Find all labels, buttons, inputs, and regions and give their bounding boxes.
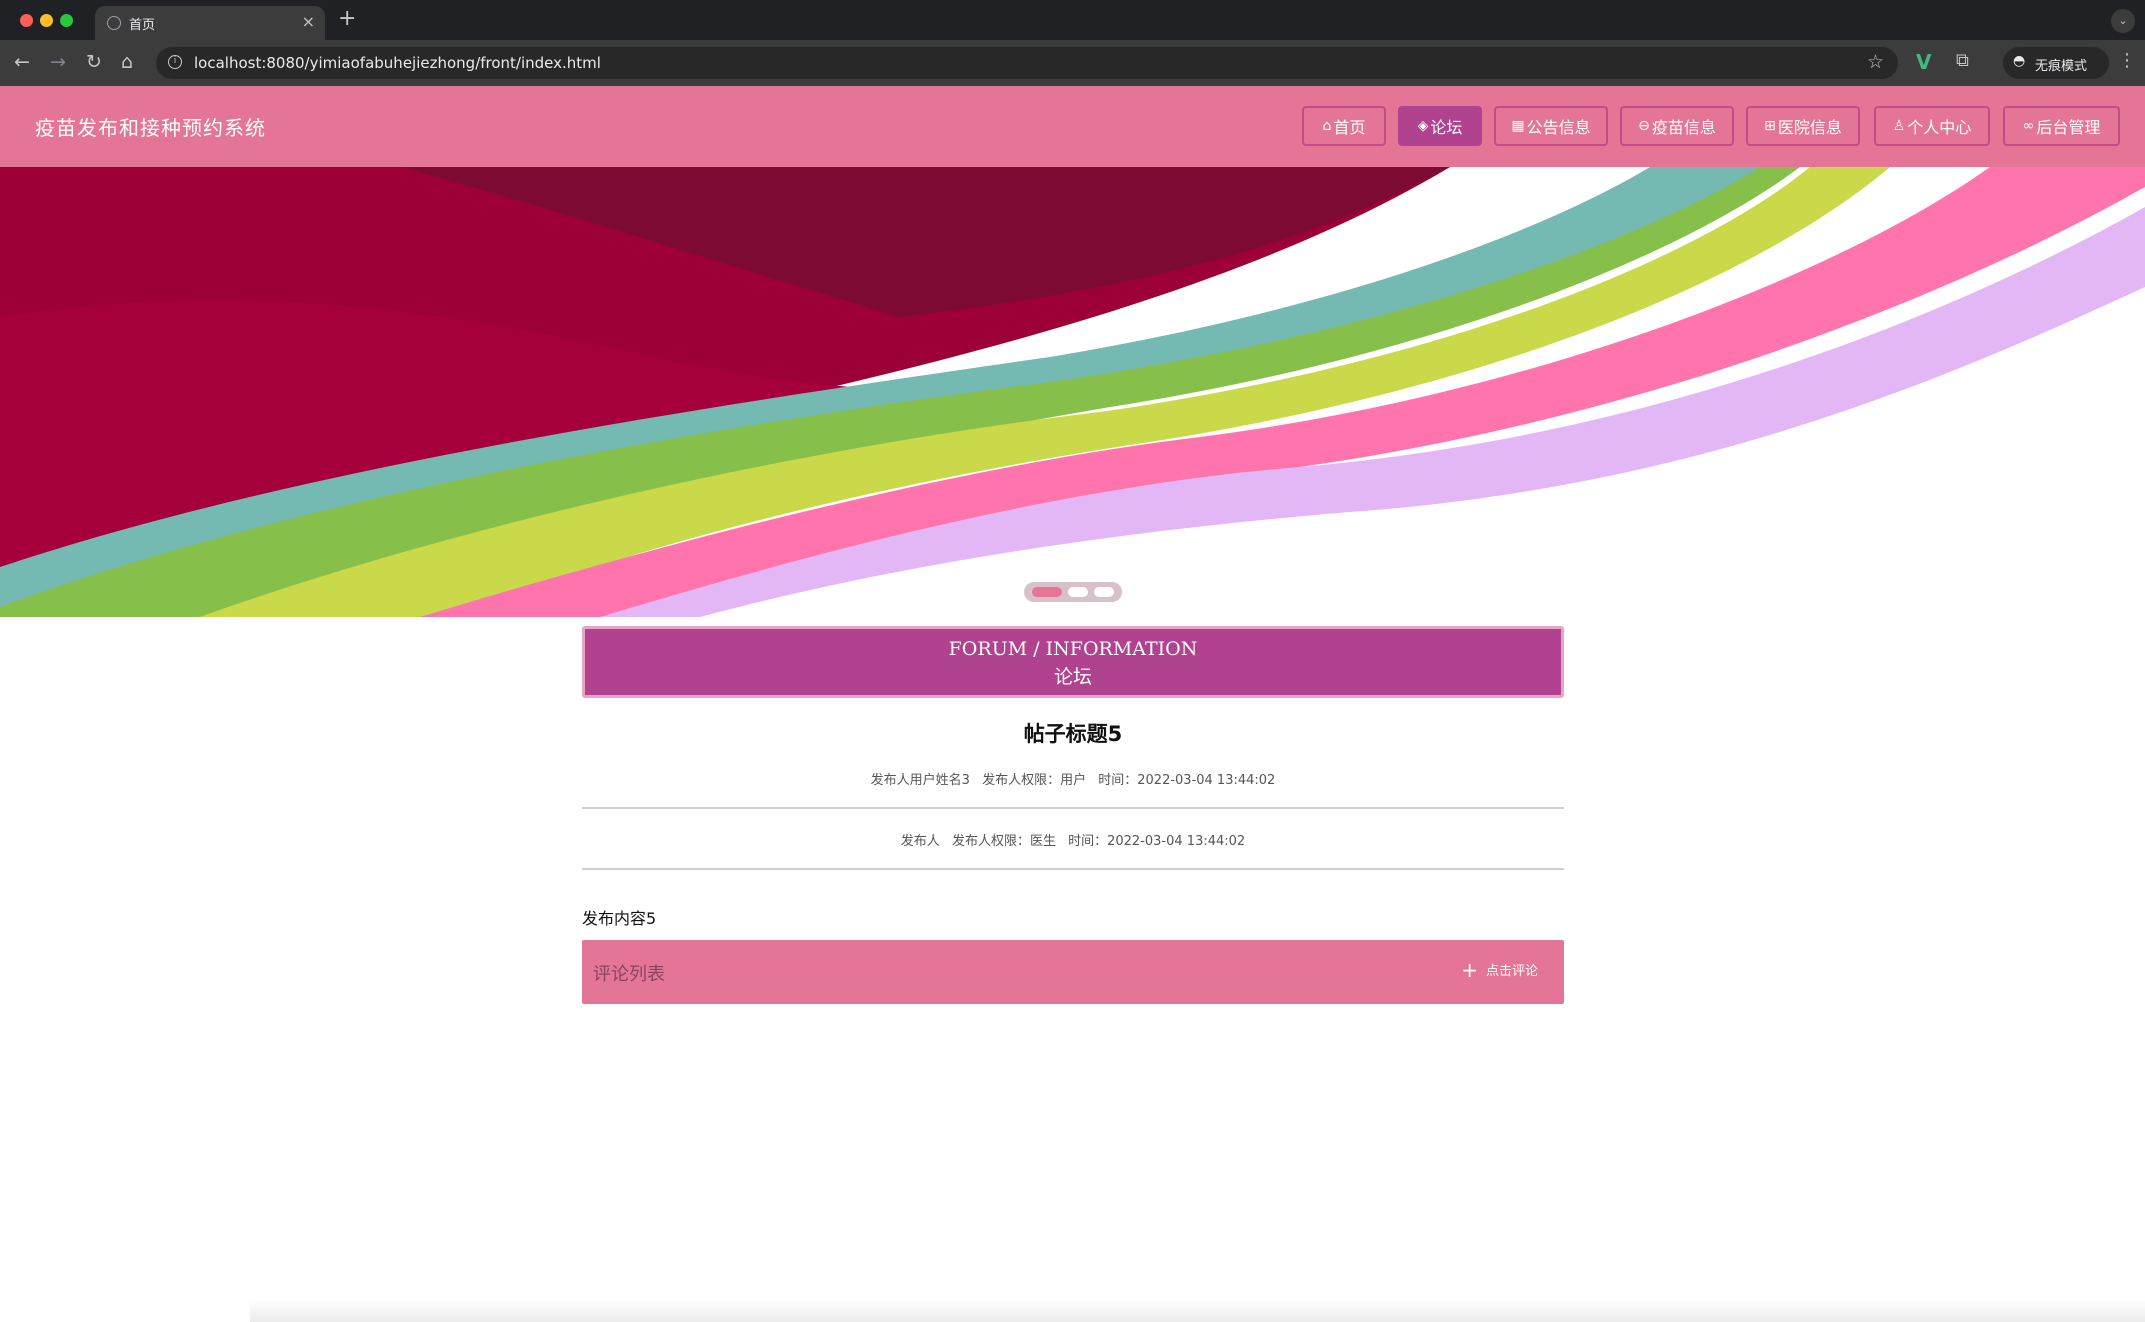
nav-label: 后台管理 — [2036, 118, 2101, 137]
bottom-shadow — [250, 1300, 2145, 1322]
banner-image — [0, 167, 2145, 617]
comment-list-header: 评论列表 + 点击评论 — [582, 940, 1564, 1004]
nav-user-center-button[interactable]: ♙ 个人中心 — [1874, 106, 1990, 146]
layers-icon: ◈ — [1417, 118, 1429, 134]
home-icon[interactable]: ⌂ — [121, 51, 133, 73]
tab-search-icon[interactable]: ⌄ — [2111, 9, 2135, 33]
nav-admin-button[interactable]: ∞ 后台管理 — [2003, 106, 2120, 146]
forward-arrow-icon[interactable]: → — [50, 51, 66, 73]
nav-label: 个人中心 — [1907, 118, 1972, 137]
carousel-dot-3[interactable] — [1094, 587, 1114, 597]
user-icon: ♙ — [1892, 118, 1906, 134]
tab-title: 首页 — [129, 18, 156, 33]
home-icon: ⌂ — [1322, 118, 1332, 134]
section-title: FORUM / INFORMATION 论坛 — [582, 626, 1564, 698]
divider — [582, 868, 1564, 870]
nav-vaccine-button[interactable]: ⊖ 疫苗信息 — [1620, 106, 1734, 146]
incognito-icon: ◓ — [2013, 53, 2026, 69]
carousel-dot-2[interactable] — [1068, 587, 1088, 597]
carousel-dot-1[interactable] — [1032, 587, 1062, 597]
nav-notice-button[interactable]: ▦ 公告信息 — [1494, 106, 1608, 146]
nav-home-button[interactable]: ⌂ 首页 — [1302, 106, 1386, 146]
tab-close-icon[interactable]: × — [302, 12, 315, 31]
vue-devtools-icon[interactable]: V — [1916, 50, 1931, 74]
address-url[interactable]: localhost:8080/yimiaofabuhejiezhong/fron… — [194, 54, 601, 72]
globe-icon — [107, 16, 121, 30]
maximize-window-button[interactable] — [60, 14, 73, 27]
nav-label: 医院信息 — [1777, 118, 1842, 137]
notice-icon: ▦ — [1511, 118, 1525, 134]
nav-label: 首页 — [1333, 118, 1366, 137]
incognito-label: 无痕模式 — [2035, 59, 2088, 74]
reload-icon[interactable]: ↻ — [86, 51, 102, 73]
nav-label: 论坛 — [1430, 118, 1463, 137]
close-window-button[interactable] — [20, 14, 33, 27]
hospital-icon: ⊞ — [1764, 118, 1776, 134]
browser-tab[interactable]: 首页 × — [95, 6, 325, 40]
post-content: 发布内容5 — [582, 909, 657, 928]
vaccine-icon: ⊖ — [1638, 118, 1650, 134]
reply-role: 发布人权限：医生 — [951, 834, 1056, 849]
browser-menu-icon[interactable]: ⋮ — [2118, 50, 2136, 71]
info-icon[interactable]: i — [168, 55, 182, 69]
browser-toolbar: ← → ↻ ⌂ i localhost:8080/yimiaofabuhejie… — [0, 40, 2145, 86]
post-time: 时间：2022-03-04 13:44:02 — [1098, 773, 1276, 788]
section-title-en: FORUM / INFORMATION — [948, 638, 1198, 660]
back-arrow-icon[interactable]: ← — [14, 51, 30, 73]
add-comment-label: 点击评论 — [1485, 964, 1538, 979]
post-author: 发布人用户姓名3 — [870, 773, 970, 788]
carousel-indicators — [1024, 582, 1122, 602]
banner-carousel[interactable] — [0, 167, 2145, 617]
new-tab-icon[interactable]: + — [338, 6, 356, 31]
site-title: 疫苗发布和接种预约系统 — [35, 116, 266, 140]
nav-label: 疫苗信息 — [1651, 118, 1716, 137]
comment-list-title: 评论列表 — [593, 964, 665, 985]
site-header: 疫苗发布和接种预约系统 ⌂ 首页 ◈ 论坛 ▦ 公告信息 ⊖ 疫苗信息 ⊞ 医院信息 ♙ 个… — [0, 86, 2145, 167]
plus-icon: + — [1461, 957, 1478, 982]
reply-meta: 发布人 发布人权限：医生 时间：2022-03-04 13:44:02 — [582, 830, 1564, 849]
section-title-cn: 论坛 — [1053, 666, 1092, 688]
browser-tab-bar: 首页 × + ⌄ — [0, 0, 2145, 40]
link-icon: ∞ — [2022, 118, 2035, 134]
nav-forum-button[interactable]: ◈ 论坛 — [1398, 106, 1482, 146]
bookmark-star-icon[interactable]: ☆ — [1867, 51, 1884, 73]
incognito-indicator[interactable]: ◓ 无痕模式 — [2003, 47, 2109, 79]
reply-time: 时间：2022-03-04 13:44:02 — [1068, 834, 1246, 849]
divider — [582, 807, 1564, 809]
nav-hospital-button[interactable]: ⊞ 医院信息 — [1746, 106, 1860, 146]
reply-author: 发布人 — [900, 834, 940, 849]
nav-label: 公告信息 — [1526, 118, 1591, 137]
minimize-window-button[interactable] — [40, 14, 53, 27]
post-title: 帖子标题5 — [1023, 722, 1123, 746]
post-role: 发布人权限：用户 — [982, 773, 1087, 788]
extensions-icon[interactable]: ⧉ — [1956, 50, 1969, 71]
post-meta: 发布人用户姓名3 发布人权限：用户 时间：2022-03-04 13:44:02 — [582, 769, 1564, 788]
add-comment-button[interactable]: + 点击评论 — [1461, 957, 1538, 982]
address-bar[interactable]: i localhost:8080/yimiaofabuhejiezhong/fr… — [156, 47, 1898, 79]
